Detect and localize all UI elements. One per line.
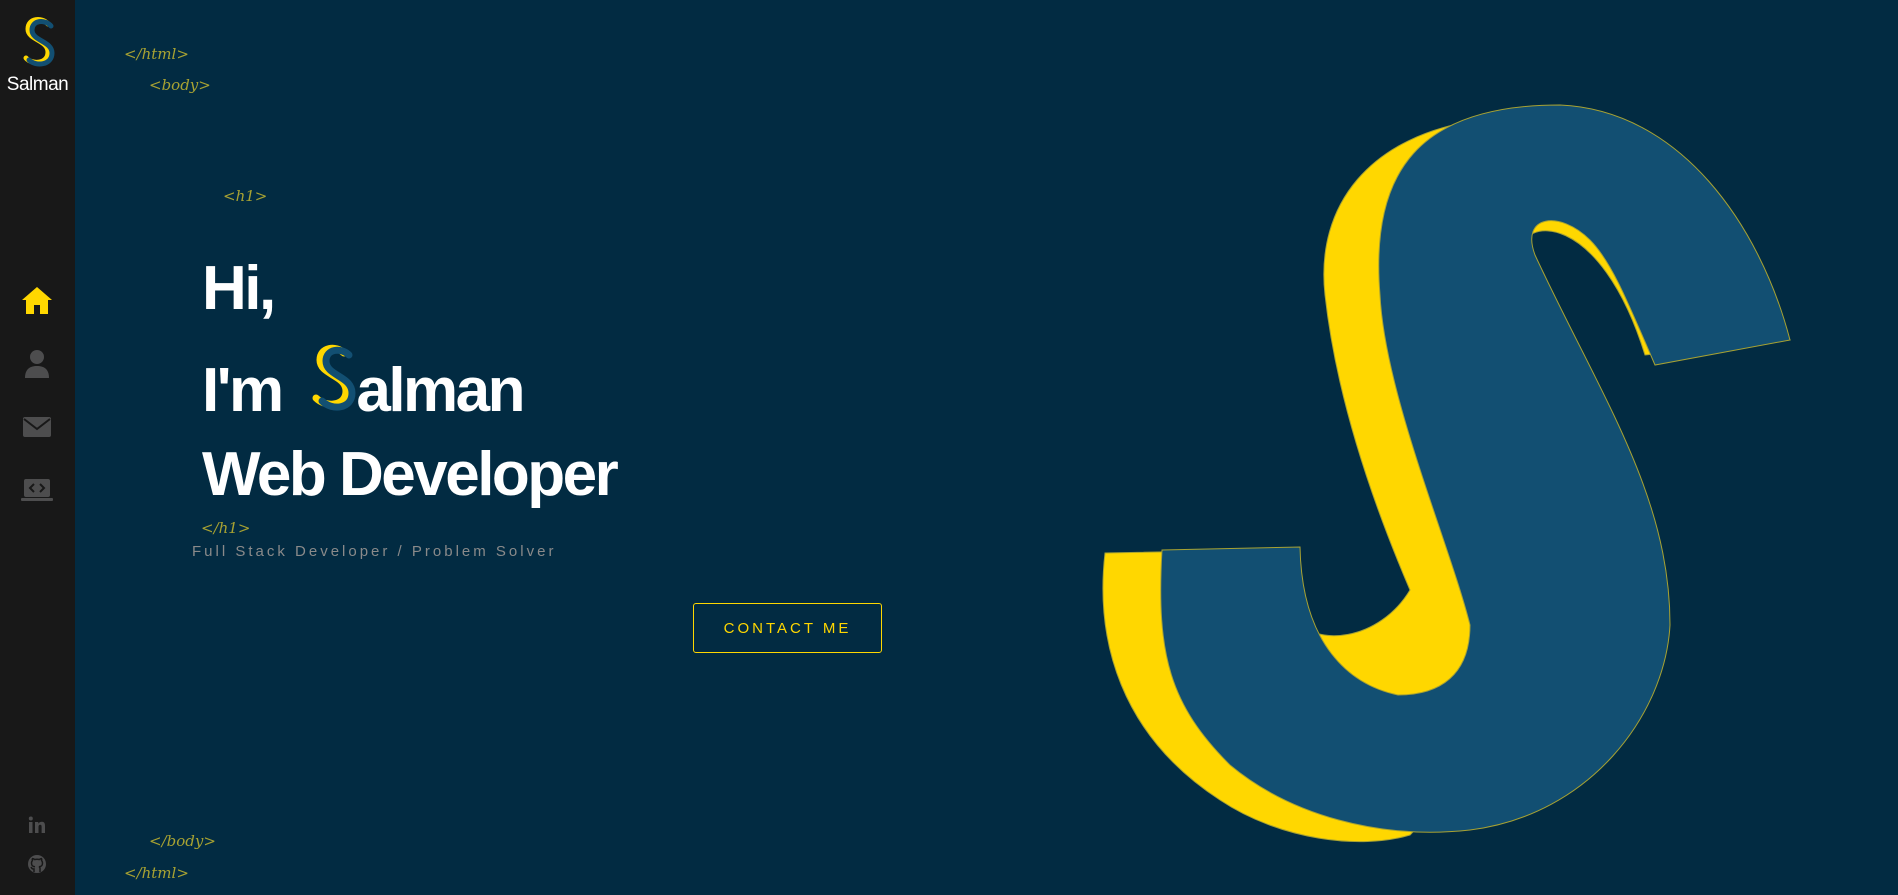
- envelope-icon: [23, 417, 51, 437]
- big-s-logo-icon: [1102, 104, 1791, 843]
- logo[interactable]: Salman: [0, 16, 75, 96]
- s-letter-icon: [312, 344, 356, 411]
- hero-name-rest: alman: [356, 356, 525, 425]
- nav-projects[interactable]: [20, 473, 54, 507]
- hero-subtitle: Full Stack Developer / Problem Solver: [192, 543, 557, 560]
- tag-h1-open: <h1>: [223, 187, 268, 205]
- hero-line-name: I'm S alman: [202, 344, 526, 425]
- tag-h1-close: </h1>: [201, 519, 251, 537]
- laptop-code-icon: [21, 479, 53, 501]
- nav-about[interactable]: [20, 347, 54, 381]
- tag-html-close: </html>: [124, 864, 189, 882]
- contact-me-button[interactable]: CONTACT ME: [693, 603, 882, 653]
- nav-home[interactable]: [20, 283, 54, 317]
- s-logo-icon: [23, 17, 55, 67]
- home-icon: [22, 287, 52, 314]
- sidebar: Salman: [0, 0, 75, 895]
- logo-name: Salman: [6, 74, 69, 95]
- hero-im: I'm: [202, 356, 284, 425]
- linkedin-icon: [28, 816, 45, 833]
- tag-body-open: <body>: [149, 76, 211, 94]
- hero-name-s-logo: S: [310, 344, 356, 421]
- hero-line-role: Web Developer: [202, 440, 619, 509]
- github-icon: [28, 855, 46, 873]
- user-icon: [25, 350, 49, 378]
- hero-line-greeting: Hi,: [202, 254, 276, 323]
- social-github[interactable]: [25, 852, 49, 876]
- nav-contact[interactable]: [20, 410, 54, 444]
- tag-html-open: </html>: [124, 45, 189, 63]
- tag-body-close: </body>: [149, 832, 216, 850]
- social-linkedin[interactable]: [25, 813, 49, 837]
